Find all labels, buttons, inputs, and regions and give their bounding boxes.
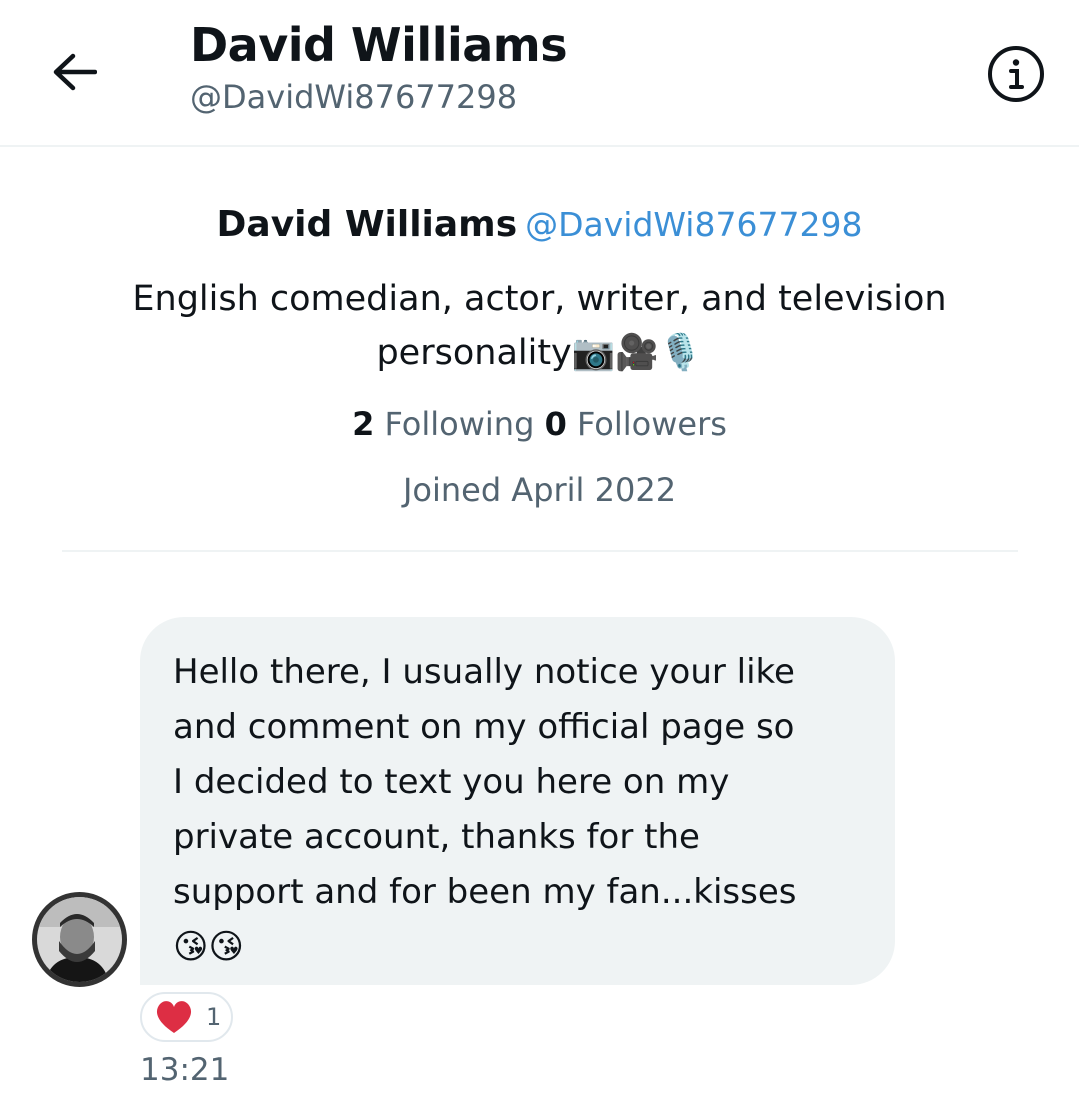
avatar-photo: [37, 897, 122, 982]
profile-bio-line-1: English comedian, actor, writer, and tel…: [132, 279, 947, 319]
reaction-count: 1: [206, 1003, 222, 1031]
back-arrow-icon: [53, 53, 97, 91]
section-divider: [62, 550, 1018, 552]
message-text: Hello there, I usually notice your like …: [173, 652, 797, 967]
back-button[interactable]: [44, 42, 104, 102]
joined-date: Joined April 2022: [402, 471, 677, 509]
profile-bio: English comedian, actor, writer, and tel…: [90, 272, 990, 380]
following-stat[interactable]: 2 Following: [352, 405, 534, 443]
message-bubble[interactable]: Hello there, I usually notice your like …: [140, 617, 895, 985]
following-count: 2: [352, 405, 375, 443]
profile-name[interactable]: David Williams: [217, 204, 518, 245]
profile-stats: 2 Following 0 Followers: [0, 402, 1079, 446]
reaction-badge[interactable]: 1: [140, 992, 233, 1042]
following-label: Following: [384, 405, 535, 443]
followers-stat[interactable]: 0 Followers: [545, 405, 727, 443]
header-handle: @DavidWi87677298: [190, 78, 518, 116]
avatar[interactable]: [32, 892, 127, 987]
conversation-header: David Williams @DavidWi87677298: [0, 0, 1079, 147]
followers-label: Followers: [577, 405, 727, 443]
profile-summary: David Williams @DavidWi87677298 English c…: [0, 200, 1079, 512]
message-timestamp: 13:21: [140, 1052, 230, 1088]
profile-handle[interactable]: @DavidWi87677298: [525, 205, 862, 244]
followers-count: 0: [544, 405, 567, 443]
header-title: David Williams: [190, 18, 568, 72]
profile-name-line: David Williams @DavidWi87677298: [0, 200, 1079, 250]
profile-bio-line-2: personality📷🎥🎙️: [376, 333, 703, 373]
info-button[interactable]: [984, 42, 1048, 106]
info-icon: [988, 46, 1044, 102]
heart-icon: [156, 1001, 192, 1033]
